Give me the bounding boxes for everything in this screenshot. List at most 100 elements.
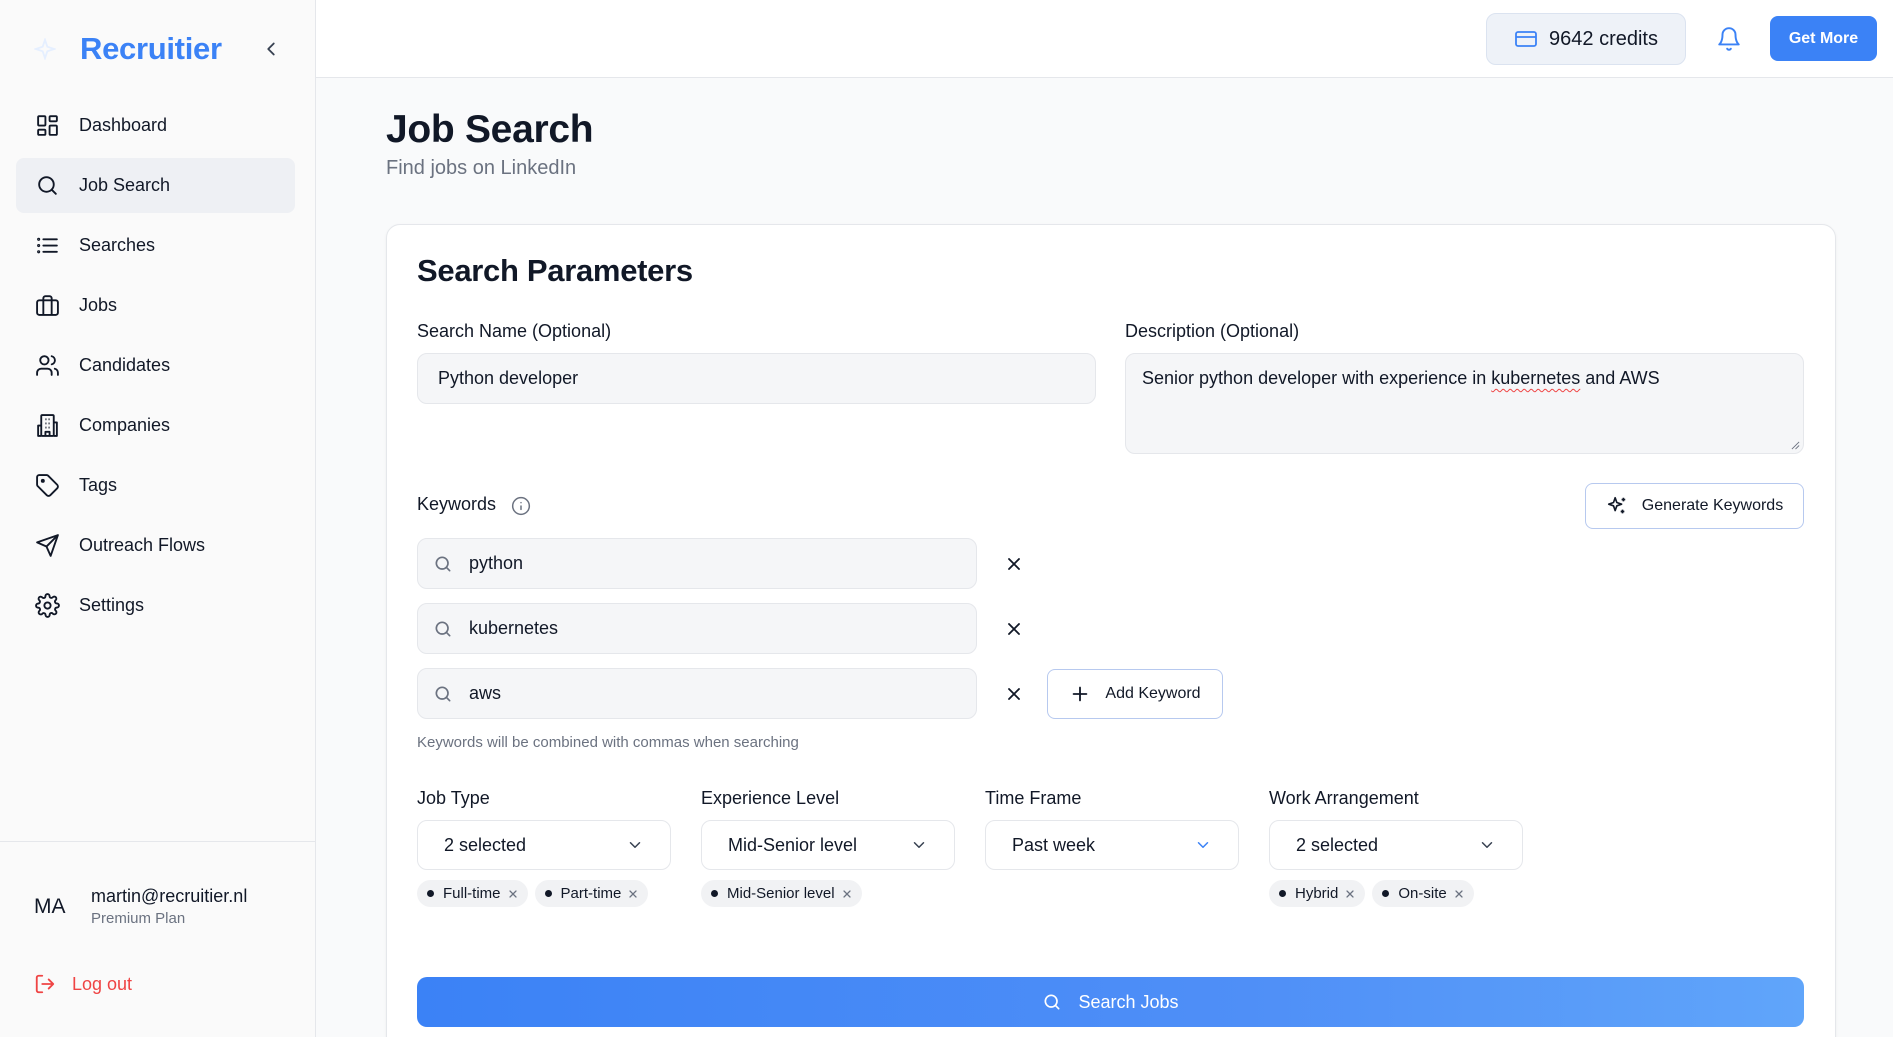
sidebar-item-settings[interactable]: Settings <box>16 578 295 633</box>
chip-label: Hybrid <box>1295 885 1339 902</box>
topbar: 9642 credits Get More <box>316 0 1893 78</box>
chip-dot <box>427 890 434 897</box>
credit-card-icon <box>1514 27 1538 51</box>
collapse-sidebar-icon[interactable] <box>260 38 282 60</box>
sidebar-item-label: Searches <box>79 235 156 255</box>
user-profile[interactable]: MA martin@recruitier.nl Premium Plan <box>34 886 247 927</box>
chip: On-site <box>1372 880 1474 907</box>
sidebar-item-dashboard[interactable]: Dashboard <box>16 98 295 153</box>
resize-handle-icon[interactable] <box>1791 441 1800 450</box>
plus-icon <box>1069 683 1091 705</box>
logout-label: Log out <box>72 973 133 994</box>
experience-level-label: Experience Level <box>701 788 840 808</box>
sidebar-item-candidates[interactable]: Candidates <box>16 338 295 393</box>
experience-level-select[interactable]: Mid-Senior level <box>701 820 955 870</box>
remove-chip-icon[interactable] <box>841 888 853 900</box>
sidebar-divider <box>0 841 316 842</box>
remove-chip-icon[interactable] <box>1344 888 1356 900</box>
sidebar-item-jobs[interactable]: Jobs <box>16 278 295 333</box>
sidebar-item-label: Outreach Flows <box>79 535 206 555</box>
sidebar-nav: Dashboard Job Search Searches Jobs Candi… <box>16 98 295 638</box>
sidebar-item-label: Settings <box>79 595 145 615</box>
sidebar-item-label: Tags <box>79 475 118 495</box>
job-type-label: Job Type <box>417 788 490 808</box>
brand: Recruitier <box>34 26 294 72</box>
dashboard-icon <box>35 113 60 138</box>
description-label: Description (Optional) <box>1125 321 1300 341</box>
work-arrangement-select[interactable]: 2 selected <box>1269 820 1523 870</box>
work-arrangement-chips: Hybrid On-site <box>1269 880 1474 907</box>
logo-icon <box>34 38 56 60</box>
keyword-value: python <box>469 553 524 573</box>
search-icon <box>433 684 453 704</box>
add-keyword-button[interactable]: Add Keyword <box>1047 669 1223 719</box>
user-plan: Premium Plan <box>91 910 186 927</box>
sidebar-item-tags[interactable]: Tags <box>16 458 295 513</box>
search-name-value: Python developer <box>438 368 579 388</box>
keywords-hint: Keywords will be combined with commas wh… <box>417 734 799 751</box>
search-icon <box>433 619 453 639</box>
search-icon <box>1042 992 1062 1012</box>
job-type-chips: Full-time Part-time <box>417 880 649 907</box>
job-type-value: 2 selected <box>444 834 527 855</box>
chip: Hybrid <box>1269 880 1366 907</box>
chip: Full-time <box>417 880 528 907</box>
search-jobs-button[interactable]: Search Jobs <box>417 977 1804 1027</box>
chip-dot <box>711 890 718 897</box>
chevron-down-icon <box>910 836 928 854</box>
description-value: Senior python developer with experience … <box>1142 368 1660 388</box>
search-name-label: Search Name (Optional) <box>417 321 612 341</box>
spellcheck-flagged-word: kubernetes <box>1491 368 1581 388</box>
search-icon <box>433 554 453 574</box>
description-textarea[interactable]: Senior python developer with experience … <box>1125 353 1804 454</box>
remove-chip-icon[interactable] <box>627 888 639 900</box>
remove-keyword-icon[interactable] <box>1004 684 1024 704</box>
sidebar-item-label: Candidates <box>79 355 171 375</box>
sidebar-item-label: Companies <box>79 415 171 435</box>
keyword-input[interactable]: python <box>417 538 977 589</box>
time-frame-label: Time Frame <box>985 788 1082 808</box>
chip-label: Full-time <box>443 885 501 902</box>
remove-keyword-icon[interactable] <box>1004 619 1024 639</box>
credits-badge[interactable]: 9642 credits <box>1486 13 1686 65</box>
experience-level-value: Mid-Senior level <box>728 834 858 855</box>
sidebar: Recruitier Dashboard Job Search Searches <box>0 0 316 1037</box>
sidebar-item-label: Dashboard <box>79 115 168 135</box>
logout-button[interactable]: Log out <box>34 973 132 995</box>
chip-label: Mid-Senior level <box>727 885 835 902</box>
sidebar-item-searches[interactable]: Searches <box>16 218 295 273</box>
remove-chip-icon[interactable] <box>1453 888 1465 900</box>
user-email: martin@recruitier.nl <box>91 886 248 906</box>
info-icon[interactable] <box>511 496 531 516</box>
gear-icon <box>35 593 60 618</box>
keyword-input[interactable]: aws <box>417 668 977 719</box>
sidebar-item-label: Jobs <box>79 295 118 315</box>
experience-level-chips: Mid-Senior level <box>701 880 862 907</box>
generate-keywords-button[interactable]: Generate Keywords <box>1585 483 1804 529</box>
get-more-button[interactable]: Get More <box>1770 16 1877 61</box>
list-icon <box>35 233 60 258</box>
brand-name: Recruitier <box>80 31 222 66</box>
sidebar-item-job-search[interactable]: Job Search <box>16 158 295 213</box>
chip-dot <box>1382 890 1390 897</box>
search-name-input[interactable]: Python developer <box>417 353 1096 404</box>
add-keyword-label: Add Keyword <box>1105 685 1201 702</box>
search-parameters-card: Search Parameters Search Name (Optional)… <box>386 224 1836 1037</box>
sidebar-item-outreach-flows[interactable]: Outreach Flows <box>16 518 295 573</box>
chip: Part-time <box>534 880 649 907</box>
time-frame-select[interactable]: Past week <box>985 820 1239 870</box>
remove-keyword-icon[interactable] <box>1004 554 1024 574</box>
job-type-select[interactable]: 2 selected <box>417 820 671 870</box>
chip: Mid-Senior level <box>701 880 862 907</box>
chip-dot <box>544 890 552 897</box>
building-icon <box>35 413 60 438</box>
notification-bell-icon[interactable] <box>1716 26 1742 52</box>
remove-chip-icon[interactable] <box>507 888 519 900</box>
chevron-down-icon <box>1478 836 1496 854</box>
time-frame-value: Past week <box>1012 834 1096 855</box>
sidebar-item-label: Job Search <box>79 175 171 195</box>
keyword-value: kubernetes <box>469 618 559 638</box>
sidebar-item-companies[interactable]: Companies <box>16 398 295 453</box>
keyword-input[interactable]: kubernetes <box>417 603 977 654</box>
work-arrangement-value: 2 selected <box>1296 834 1379 855</box>
